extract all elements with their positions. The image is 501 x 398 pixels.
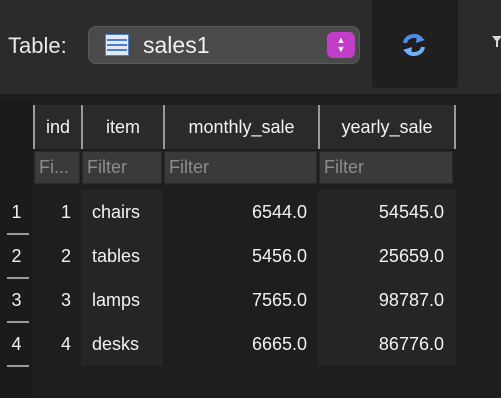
cell-monthly-sale[interactable]: 5456.0 <box>163 234 318 278</box>
cell-item[interactable]: tables <box>81 234 163 278</box>
cell-ind[interactable]: 1 <box>33 190 81 234</box>
cell-yearly-sale[interactable]: 98787.0 <box>318 278 456 322</box>
cell-yearly-sale[interactable]: 25659.0 <box>318 234 456 278</box>
refresh-icon <box>403 34 425 56</box>
cell-yearly-sale[interactable]: 54545.0 <box>318 190 456 234</box>
filter-input-yearly-sale[interactable]: Filter <box>319 151 453 184</box>
toolbar: Table: sales1 ▲ ▼ <box>0 0 501 94</box>
cell-monthly-sale[interactable]: 6544.0 <box>163 190 318 234</box>
table-row[interactable]: 2 2 tables 5456.0 25659.0 <box>0 234 501 279</box>
chevron-up-down-icon[interactable]: ▲ ▼ <box>327 32 355 58</box>
column-header-ind[interactable]: ind <box>33 105 81 149</box>
selected-table-name: sales1 <box>143 32 210 58</box>
column-header-item[interactable]: item <box>81 105 163 149</box>
cell-item[interactable]: desks <box>81 322 163 366</box>
table-label: Table: <box>8 33 67 58</box>
cell-ind[interactable]: 4 <box>33 322 81 366</box>
data-grid: ind item monthly_sale yearly_sale Fi... … <box>0 102 501 398</box>
table-row[interactable]: 4 4 desks 6665.0 86776.0 <box>0 322 501 367</box>
table-row[interactable]: 3 3 lamps 7565.0 98787.0 <box>0 278 501 323</box>
row-divider <box>7 365 29 367</box>
filter-input-monthly-sale[interactable]: Filter <box>164 151 317 184</box>
header-row: ind item monthly_sale yearly_sale <box>33 105 456 149</box>
cell-item[interactable]: lamps <box>81 278 163 322</box>
row-number[interactable]: 1 <box>0 190 33 234</box>
filter-input-item[interactable]: Filter <box>82 151 162 184</box>
cell-monthly-sale[interactable]: 6665.0 <box>163 322 318 366</box>
refresh-button[interactable] <box>372 0 458 88</box>
row-number[interactable]: 4 <box>0 322 33 366</box>
table-icon <box>105 34 129 56</box>
column-header-yearly-sale[interactable]: yearly_sale <box>318 105 456 149</box>
row-number[interactable]: 2 <box>0 234 33 278</box>
cell-monthly-sale[interactable]: 7565.0 <box>163 278 318 322</box>
table-select[interactable]: sales1 ▲ ▼ <box>88 26 360 64</box>
filter-row: Fi... Filter Filter Filter <box>33 149 456 187</box>
row-number[interactable]: 3 <box>0 278 33 322</box>
filter-input-ind[interactable]: Fi... <box>34 151 80 184</box>
pin-glyph-icon <box>492 36 501 47</box>
cell-yearly-sale[interactable]: 86776.0 <box>318 322 456 366</box>
cell-ind[interactable]: 2 <box>33 234 81 278</box>
column-header-monthly-sale[interactable]: monthly_sale <box>163 105 318 149</box>
table-row[interactable]: 1 1 chairs 6544.0 54545.0 <box>0 190 501 235</box>
cell-item[interactable]: chairs <box>81 190 163 234</box>
cell-ind[interactable]: 3 <box>33 278 81 322</box>
pin-icon[interactable] <box>490 34 501 48</box>
